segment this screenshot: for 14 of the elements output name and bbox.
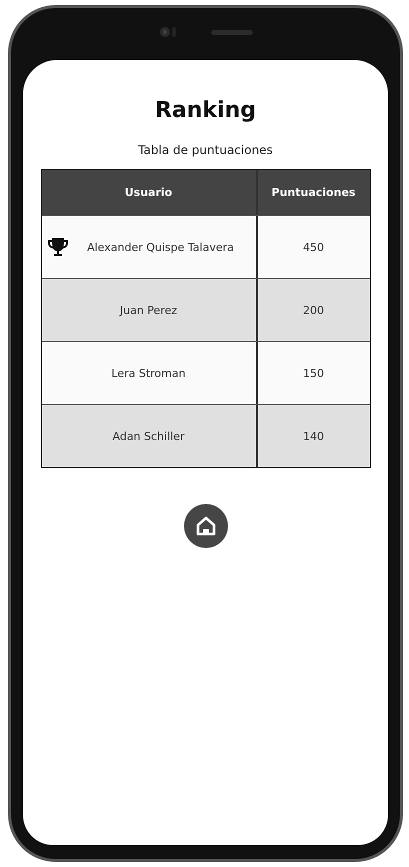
score-value: 200 — [303, 304, 324, 316]
speaker-grille — [210, 30, 252, 34]
home-button[interactable] — [184, 504, 228, 548]
score-value: 150 — [303, 366, 324, 380]
page-title: Ranking — [154, 98, 256, 123]
user-name: Alexander Quispe Talavera — [87, 240, 234, 254]
home-icon — [194, 516, 216, 536]
user-name: Juan Perez — [120, 304, 178, 316]
user-name: Lera Stroman — [111, 366, 186, 380]
user-name: Adan Schiller — [112, 430, 184, 442]
score-value: 450 — [303, 240, 324, 254]
column-header: Puntuaciones — [270, 185, 356, 201]
score-value: 140 — [303, 430, 324, 442]
table-caption: Tabla de puntuaciones — [138, 143, 273, 157]
